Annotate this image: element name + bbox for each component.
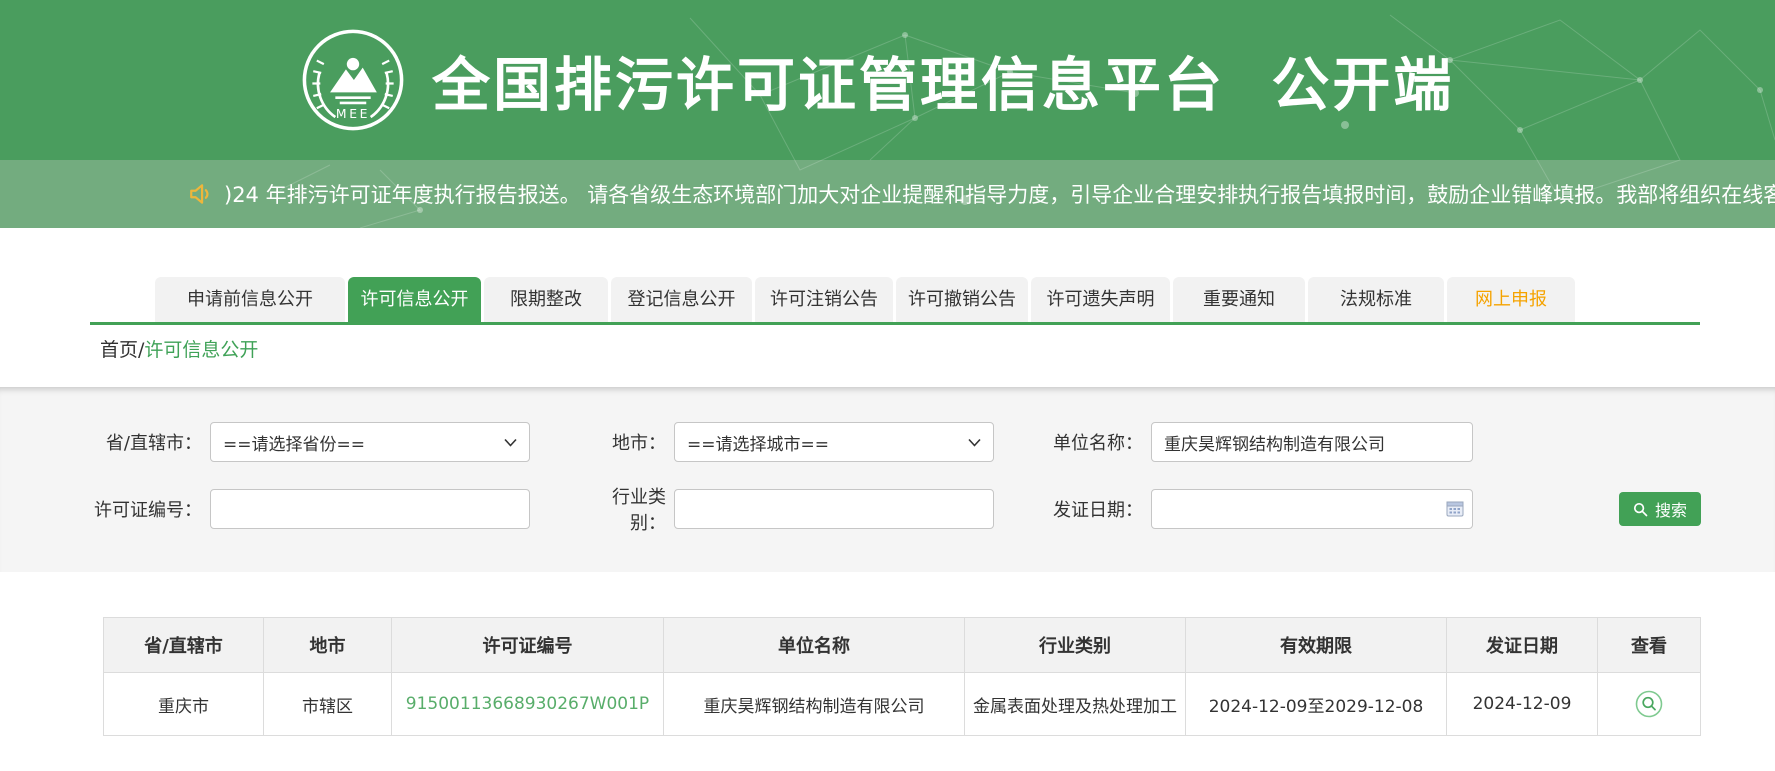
search-icon — [1633, 502, 1648, 517]
province-select[interactable]: ==请选择省份== — [210, 422, 530, 462]
header-city: 地市 — [264, 618, 392, 673]
province-label: 省/直辖市： — [92, 429, 210, 455]
site-title: 全国排污许可证管理信息平台 公开端 — [432, 38, 1454, 122]
issue-date-label: 发证日期： — [1046, 496, 1151, 522]
cell-view — [1598, 673, 1701, 736]
speaker-icon — [188, 181, 214, 207]
table-header-row: 省/直辖市 地市 许可证编号 单位名称 行业类别 有效期限 发证日期 查看 — [104, 618, 1701, 673]
breadcrumb-current: 许可信息公开 — [144, 339, 258, 361]
issue-date-field — [1151, 489, 1473, 529]
mee-logo-icon: MEE — [300, 23, 406, 137]
table-row: 重庆市 市辖区 91500113668930267W001P 重庆昊辉钢结构制造… — [104, 673, 1701, 736]
announcement-text: )24 年排污许可证年度执行报告报送。 请各省级生态环境部门加大对企业提醒和指导… — [224, 179, 1775, 209]
permit-no-label: 许可证编号： — [92, 496, 210, 522]
header-view: 查看 — [1598, 618, 1701, 673]
city-select[interactable]: ==请选择城市== — [674, 422, 994, 462]
cell-city: 市辖区 — [264, 673, 392, 736]
tab-cancellation-notice[interactable]: 许可注销公告 — [755, 277, 893, 322]
company-name-input[interactable] — [1151, 422, 1473, 462]
header-issue-date: 发证日期 — [1447, 618, 1598, 673]
tab-revocation-notice[interactable]: 许可撤销公告 — [896, 277, 1028, 322]
logo-text: MEE — [336, 107, 370, 121]
view-permit-button[interactable] — [1634, 689, 1664, 719]
search-button-label: 搜索 — [1655, 497, 1687, 521]
tab-loss-statement[interactable]: 许可遗失声明 — [1031, 277, 1170, 322]
tab-permit-info[interactable]: 许可信息公开 — [348, 277, 481, 322]
chevron-down-icon — [968, 438, 981, 447]
results-table: 省/直辖市 地市 许可证编号 单位名称 行业类别 有效期限 发证日期 查看 重庆… — [103, 617, 1701, 736]
cell-validity: 2024-12-09至2029-12-08 — [1186, 673, 1447, 736]
search-button[interactable]: 搜索 — [1619, 492, 1701, 526]
tab-rectification[interactable]: 限期整改 — [484, 277, 608, 322]
cell-province: 重庆市 — [104, 673, 264, 736]
province-select-value: ==请选择省份== — [223, 430, 365, 455]
header-province: 省/直辖市 — [104, 618, 264, 673]
chevron-down-icon — [504, 438, 517, 447]
tab-bar: 申请前信息公开 许可信息公开 限期整改 登记信息公开 许可注销公告 许可撤销公告… — [90, 228, 1700, 325]
header-industry: 行业类别 — [965, 618, 1186, 673]
cell-company: 重庆昊辉钢结构制造有限公司 — [664, 673, 965, 736]
main-nav: 申请前信息公开 许可信息公开 限期整改 登记信息公开 许可注销公告 许可撤销公告… — [0, 228, 1775, 387]
header-company: 单位名称 — [664, 618, 965, 673]
results-section: 省/直辖市 地市 许可证编号 单位名称 行业类别 有效期限 发证日期 查看 重庆… — [0, 572, 1775, 736]
search-filter-panel: 省/直辖市： ==请选择省份== 地市： ==请选择城市== 单位名称： 许可证… — [0, 387, 1775, 572]
industry-input[interactable] — [674, 489, 994, 529]
filter-row-2: 许可证编号： 行业类别： 发证日期： 搜 — [0, 489, 1775, 529]
permit-no-input[interactable] — [210, 489, 530, 529]
cell-industry: 金属表面处理及热处理加工 — [965, 673, 1186, 736]
announcement-bar: )24 年排污许可证年度执行报告报送。 请各省级生态环境部门加大对企业提醒和指导… — [0, 160, 1775, 228]
header-validity: 有效期限 — [1186, 618, 1447, 673]
tab-regulations[interactable]: 法规标准 — [1308, 277, 1444, 322]
permit-no-link[interactable]: 91500113668930267W001P — [392, 673, 664, 736]
filter-row-1: 省/直辖市： ==请选择省份== 地市： ==请选择城市== 单位名称： — [0, 422, 1775, 462]
city-select-value: ==请选择城市== — [687, 430, 829, 455]
header-permit-no: 许可证编号 — [392, 618, 664, 673]
tab-registration-info[interactable]: 登记信息公开 — [611, 277, 752, 322]
calendar-icon[interactable] — [1446, 500, 1464, 517]
cell-issue-date: 2024-12-09 — [1447, 673, 1598, 736]
breadcrumb-home[interactable]: 首页 — [100, 339, 138, 361]
tab-important-notice[interactable]: 重要通知 — [1173, 277, 1305, 322]
site-header: MEE 全国排污许可证管理信息平台 公开端 — [0, 0, 1775, 160]
tab-online-application[interactable]: 网上申报 — [1447, 277, 1575, 322]
breadcrumb: 首页/许可信息公开 — [100, 337, 1775, 363]
industry-label: 行业类别： — [578, 483, 674, 535]
tab-pre-application-info[interactable]: 申请前信息公开 — [155, 277, 345, 322]
city-label: 地市： — [578, 429, 674, 455]
magnifier-circle-icon — [1634, 689, 1664, 719]
issue-date-input[interactable] — [1151, 489, 1473, 529]
company-name-label: 单位名称： — [1046, 429, 1151, 455]
